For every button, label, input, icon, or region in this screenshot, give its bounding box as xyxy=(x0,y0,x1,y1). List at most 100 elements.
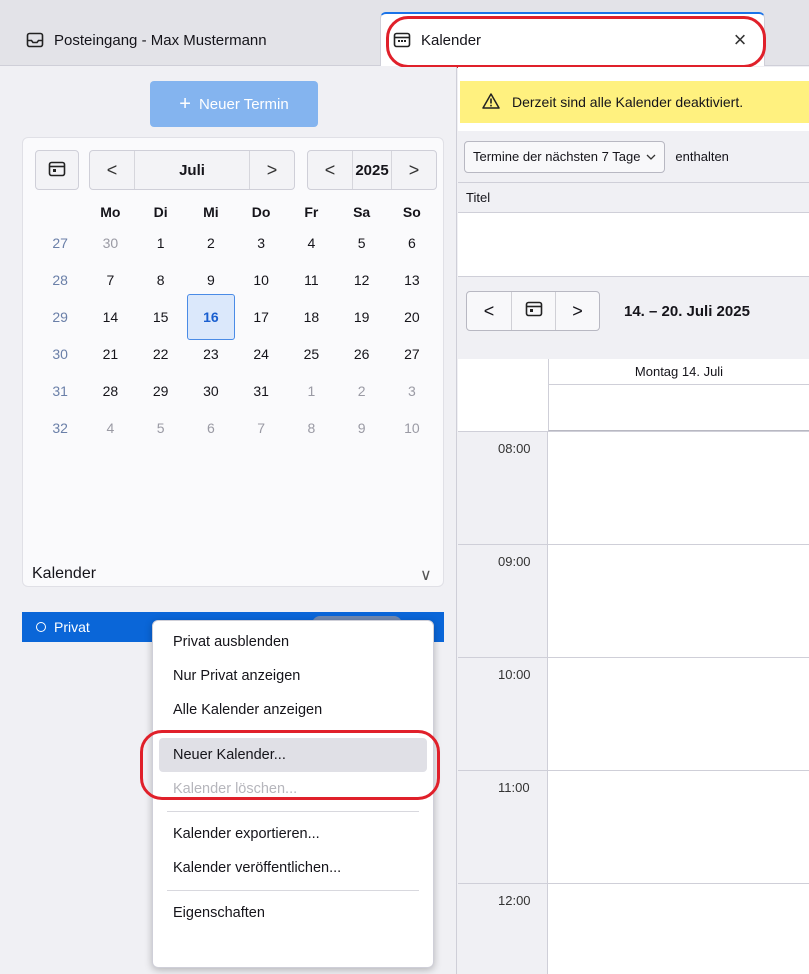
tab-bar: Posteingang - Max Mustermann Kalender × xyxy=(0,0,809,66)
day-cell[interactable]: 28 xyxy=(85,372,135,409)
day-cell[interactable]: 24 xyxy=(236,335,286,372)
calendar-item-label: Privat xyxy=(54,619,90,635)
day-cell-today[interactable]: 16 xyxy=(186,293,236,340)
menu-item[interactable]: Neuer Kalender... xyxy=(159,738,427,772)
day-cell[interactable]: 15 xyxy=(136,298,186,335)
day-cell[interactable]: 31 xyxy=(236,372,286,409)
weekday-header: Do xyxy=(251,204,271,220)
today-button[interactable] xyxy=(35,150,79,190)
tab-inbox[interactable]: Posteingang - Max Mustermann xyxy=(14,14,374,66)
weekday-header: Mi xyxy=(203,204,219,220)
month-label: Juli xyxy=(134,151,250,189)
day-cell[interactable]: 4 xyxy=(85,409,135,446)
day-cell[interactable]: 10 xyxy=(387,409,437,446)
next-week-button[interactable]: > xyxy=(555,292,599,330)
day-cell[interactable]: 27 xyxy=(387,335,437,372)
day-cell[interactable]: 7 xyxy=(85,261,135,298)
day-cell[interactable]: 1 xyxy=(286,372,336,409)
weekday-header: Sa xyxy=(353,204,371,220)
prev-year-button[interactable]: < xyxy=(308,160,352,181)
menu-item[interactable]: Alle Kalender anzeigen xyxy=(159,693,427,727)
day-cell[interactable]: 2 xyxy=(186,224,236,261)
day-cell[interactable]: 10 xyxy=(236,261,286,298)
calendar-icon xyxy=(393,31,411,49)
day-cell[interactable]: 19 xyxy=(337,298,387,335)
day-cell[interactable]: 5 xyxy=(136,409,186,446)
hour-line xyxy=(458,883,809,884)
day-cell[interactable]: 3 xyxy=(387,372,437,409)
day-cell[interactable]: 4 xyxy=(286,224,336,261)
day-cell[interactable]: 3 xyxy=(236,224,286,261)
day-cell[interactable]: 9 xyxy=(337,409,387,446)
day-cell[interactable]: 8 xyxy=(136,261,186,298)
new-event-button[interactable]: + Neuer Termin xyxy=(150,81,318,127)
tab-inbox-label: Posteingang - Max Mustermann xyxy=(54,31,267,49)
all-day-row[interactable] xyxy=(548,385,809,431)
hour-line xyxy=(458,544,809,545)
day-cell[interactable]: 30 xyxy=(186,372,236,409)
day-cell[interactable]: 7 xyxy=(236,409,286,446)
event-filter-select[interactable]: Termine der nächsten 7 Tage xyxy=(464,140,666,173)
menu-separator xyxy=(167,811,419,812)
chevron-down-icon[interactable]: ∨ xyxy=(420,565,432,585)
notification-bar: Derzeit sind alle Kalender deaktiviert. xyxy=(460,81,809,123)
week-number[interactable]: 31 xyxy=(35,372,85,409)
filter-contains-label: enthalten xyxy=(675,149,729,164)
day-cell[interactable]: 22 xyxy=(136,335,186,372)
day-cell[interactable]: 11 xyxy=(286,261,336,298)
new-event-label: Neuer Termin xyxy=(198,95,289,113)
day-cell[interactable]: 1 xyxy=(136,224,186,261)
menu-item[interactable]: Privat ausblenden xyxy=(159,625,427,659)
notification-text: Derzeit sind alle Kalender deaktiviert. xyxy=(512,94,744,110)
menu-item[interactable]: Eigenschaften xyxy=(159,896,427,930)
week-number[interactable]: 29 xyxy=(35,298,85,335)
prev-week-button[interactable]: < xyxy=(467,292,511,330)
week-navigator: < > xyxy=(466,291,600,331)
tab-calendar[interactable]: Kalender × xyxy=(380,12,765,66)
week-number[interactable]: 32 xyxy=(35,409,85,446)
day-cell[interactable]: 13 xyxy=(387,261,437,298)
hour-label: 08:00 xyxy=(498,441,531,456)
day-cell[interactable]: 18 xyxy=(286,298,336,335)
day-cell[interactable]: 26 xyxy=(337,335,387,372)
day-cell[interactable]: 5 xyxy=(337,224,387,261)
day-cell[interactable]: 2 xyxy=(337,372,387,409)
week-view: Montag 14. Juli 08:00 09:00 10:00 11:00 12:0… xyxy=(458,359,809,974)
day-cell[interactable]: 21 xyxy=(85,335,135,372)
today-button[interactable] xyxy=(511,292,555,330)
event-list-header: Titel xyxy=(458,183,809,213)
prev-month-button[interactable]: < xyxy=(90,160,134,181)
week-number[interactable]: 30 xyxy=(35,335,85,372)
day-cell[interactable]: 29 xyxy=(136,372,186,409)
day-cell-label: 16 xyxy=(186,293,235,340)
next-year-button[interactable]: > xyxy=(392,160,436,181)
week-number[interactable]: 27 xyxy=(35,224,85,261)
year-label: 2025 xyxy=(352,151,392,189)
day-header[interactable]: Montag 14. Juli xyxy=(548,359,809,385)
menu-item[interactable]: Nur Privat anzeigen xyxy=(159,659,427,693)
day-cell[interactable]: 6 xyxy=(186,409,236,446)
day-cell[interactable]: 9 xyxy=(186,261,236,298)
menu-item: Kalender löschen... xyxy=(173,781,298,797)
day-cell[interactable]: 14 xyxy=(85,298,135,335)
column-title[interactable]: Titel xyxy=(466,190,490,205)
day-cell[interactable]: 17 xyxy=(236,298,286,335)
event-filter-bar: Termine der nächsten 7 Tage enthalten xyxy=(458,131,809,183)
calendar-color-dot xyxy=(36,622,46,632)
next-month-button[interactable]: > xyxy=(250,160,294,181)
mini-calendar: < Juli > < 2025 > Mo Di Mi Do Fr Sa So 27 30 1 2 3 4… xyxy=(22,137,444,587)
month-navigator: < Juli > xyxy=(89,150,295,190)
close-icon[interactable]: × xyxy=(728,27,752,53)
hour-label: 11:00 xyxy=(498,780,530,795)
day-cell[interactable]: 23 xyxy=(186,335,236,372)
day-cell[interactable]: 12 xyxy=(337,261,387,298)
menu-item[interactable]: Kalender exportieren... xyxy=(159,817,427,851)
menu-item[interactable]: Kalender veröffentlichen... xyxy=(159,851,427,885)
day-cell[interactable]: 6 xyxy=(387,224,437,261)
day-cell[interactable]: 8 xyxy=(286,409,336,446)
day-column[interactable] xyxy=(548,431,809,974)
week-number[interactable]: 28 xyxy=(35,261,85,298)
day-cell[interactable]: 30 xyxy=(85,224,135,261)
day-cell[interactable]: 20 xyxy=(387,298,437,335)
day-cell[interactable]: 25 xyxy=(286,335,336,372)
